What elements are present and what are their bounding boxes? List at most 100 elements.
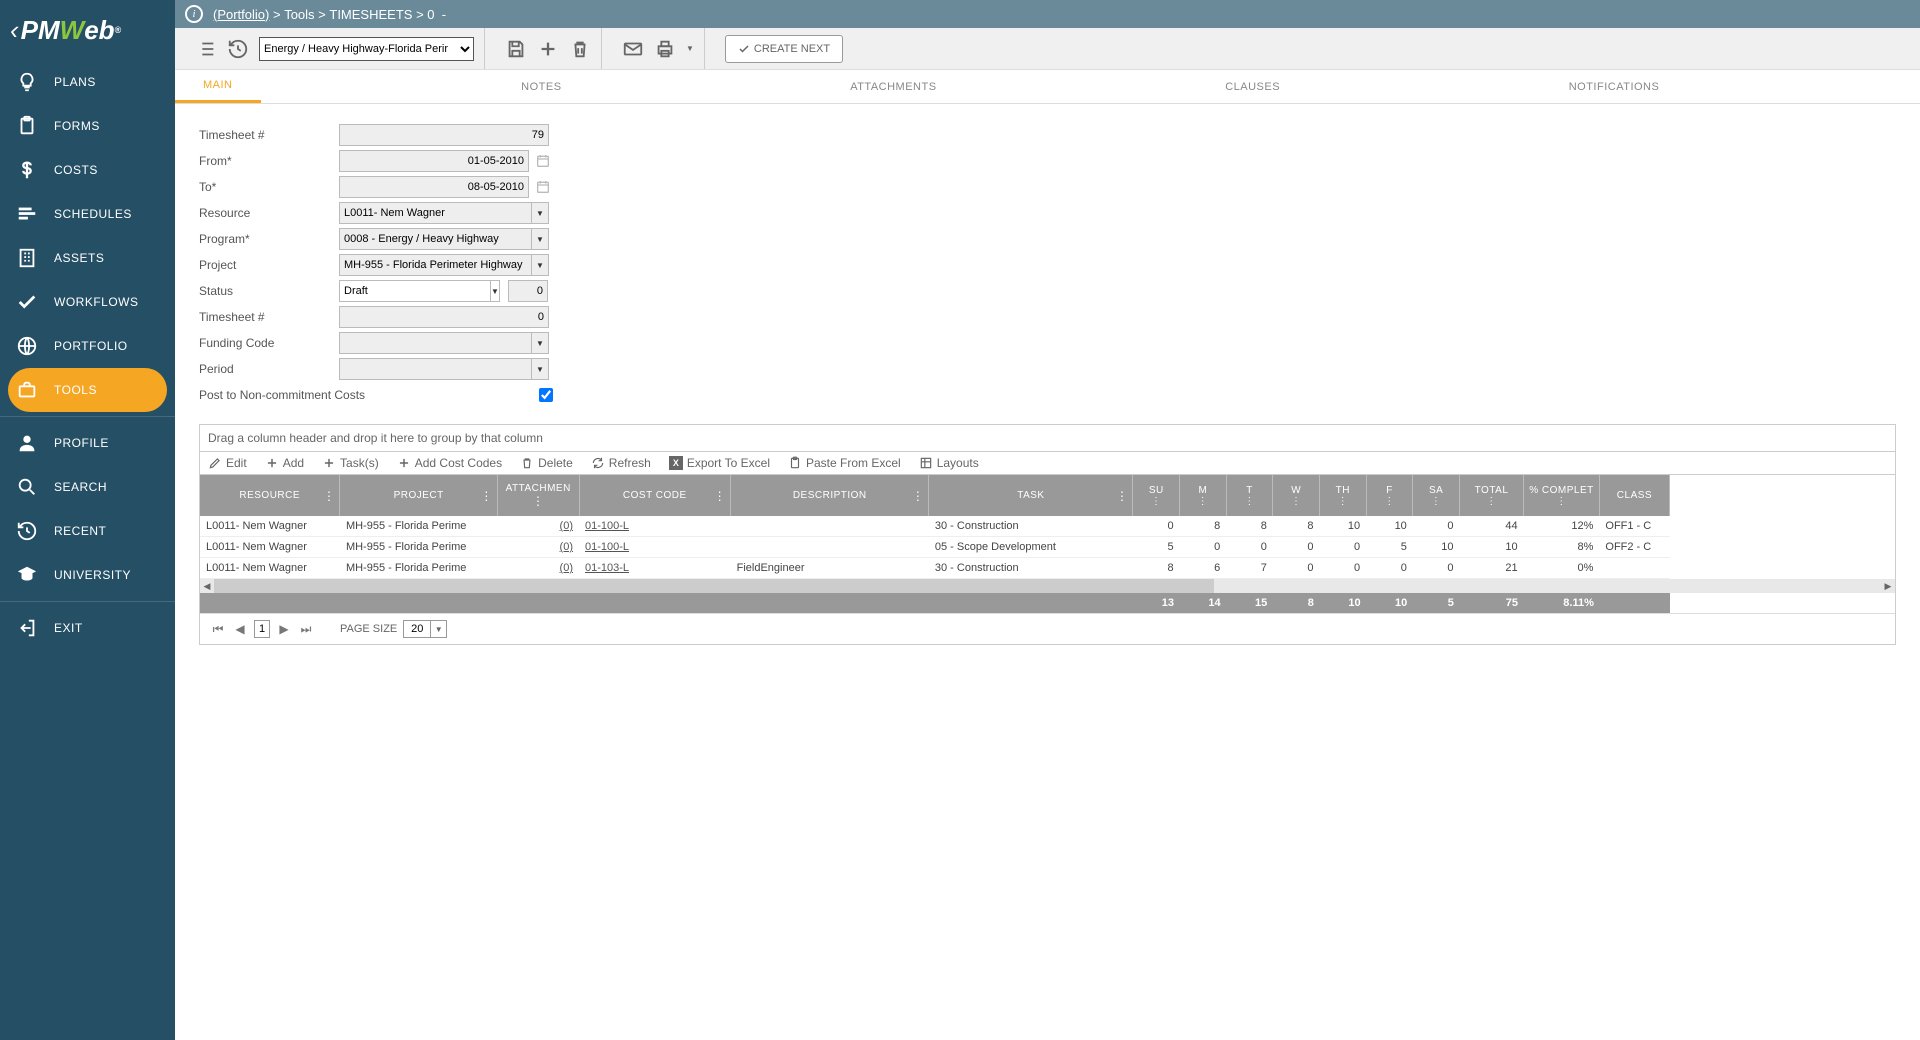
pager-next-button[interactable]: ▶ [276, 621, 292, 637]
column-menu-icon[interactable]: ⋮ [323, 489, 336, 503]
project-selector[interactable]: Energy / Heavy Highway-Florida Perir [259, 37, 474, 61]
column-menu-icon[interactable]: ⋮ [1384, 496, 1395, 507]
col-resource[interactable]: RESOURCE⋮ [200, 475, 340, 516]
table-row[interactable]: L0011- Nem WagnerMH-955 - Florida Perime… [200, 516, 1670, 537]
col-task[interactable]: TASK⋮ [929, 475, 1133, 516]
print-icon[interactable] [654, 38, 676, 60]
tab-notes[interactable]: NOTES [493, 70, 589, 103]
project-dropdown[interactable]: ▼ [339, 254, 549, 276]
col-costcode[interactable]: COST CODE⋮ [579, 475, 731, 516]
from-field[interactable] [339, 150, 529, 172]
col-su[interactable]: SU⋮ [1133, 475, 1180, 516]
chevron-down-icon[interactable]: ▼ [531, 228, 549, 250]
grid-hscroll[interactable]: ◀ ▶ [200, 579, 1895, 593]
info-icon[interactable]: i [185, 5, 203, 23]
scroll-thumb[interactable] [214, 579, 1214, 593]
funding-dropdown[interactable]: ▼ [339, 332, 549, 354]
col-pct[interactable]: % COMPLET⋮ [1524, 475, 1600, 516]
tab-clauses[interactable]: CLAUSES [1197, 70, 1308, 103]
table-row[interactable]: L0011- Nem WagnerMH-955 - Florida Perime… [200, 558, 1670, 579]
column-menu-icon[interactable]: ⋮ [1556, 496, 1567, 507]
sidebar-item-workflows[interactable]: WORKFLOWS [0, 280, 175, 324]
cell-costcode[interactable]: 01-100-L [579, 516, 731, 537]
cell-attach[interactable]: (0) [497, 558, 579, 579]
col-class[interactable]: CLASS [1599, 475, 1669, 516]
post-checkbox[interactable] [539, 388, 553, 402]
column-menu-icon[interactable]: ⋮ [1116, 489, 1129, 503]
calendar-icon[interactable] [535, 153, 551, 169]
timesheet-num2-field[interactable] [339, 306, 549, 328]
list-icon[interactable] [195, 38, 217, 60]
resource-dropdown[interactable]: ▼ [339, 202, 549, 224]
sidebar-item-schedules[interactable]: SCHEDULES [0, 192, 175, 236]
sidebar-item-exit[interactable]: EXIT [0, 606, 175, 650]
grid-edit-button[interactable]: Edit [208, 456, 247, 470]
sidebar-item-university[interactable]: UNIVERSITY [0, 553, 175, 597]
column-menu-icon[interactable]: ⋮ [1431, 496, 1442, 507]
pager-last-button[interactable]: ⏭ [298, 621, 314, 637]
sidebar-item-tools[interactable]: TOOLS [8, 368, 167, 412]
pager-page-field[interactable] [254, 620, 270, 638]
grid-export-button[interactable]: XExport To Excel [669, 456, 770, 470]
col-sa[interactable]: SA⋮ [1413, 475, 1460, 516]
dropdown-arrow-icon[interactable]: ▼ [686, 44, 694, 53]
chevron-down-icon[interactable]: ▼ [531, 202, 549, 224]
col-m[interactable]: M⋮ [1180, 475, 1227, 516]
to-field[interactable] [339, 176, 529, 198]
grid-refresh-button[interactable]: Refresh [591, 456, 651, 470]
col-w[interactable]: W⋮ [1273, 475, 1320, 516]
tab-main[interactable]: MAIN [175, 70, 261, 103]
sidebar-item-profile[interactable]: PROFILE [0, 421, 175, 465]
col-total[interactable]: TOTAL⋮ [1459, 475, 1523, 516]
sidebar-item-portfolio[interactable]: PORTFOLIO [0, 324, 175, 368]
col-desc[interactable]: DESCRIPTION⋮ [731, 475, 929, 516]
chevron-down-icon[interactable]: ▼ [431, 620, 447, 638]
column-menu-icon[interactable]: ⋮ [714, 489, 727, 503]
column-menu-icon[interactable]: ⋮ [912, 489, 925, 503]
col-project[interactable]: PROJECT⋮ [340, 475, 497, 516]
col-f[interactable]: F⋮ [1366, 475, 1413, 516]
column-menu-icon[interactable]: ⋮ [1338, 496, 1349, 507]
grid-tasks-button[interactable]: Task(s) [322, 456, 379, 470]
column-menu-icon[interactable]: ⋮ [1151, 496, 1162, 507]
status-dropdown[interactable]: ▼ [339, 280, 494, 302]
sidebar-item-recent[interactable]: RECENT [0, 509, 175, 553]
tab-attachments[interactable]: ATTACHMENTS [822, 70, 964, 103]
cell-costcode[interactable]: 01-103-L [579, 558, 731, 579]
create-next-button[interactable]: CREATE NEXT [725, 35, 843, 63]
column-menu-icon[interactable]: ⋮ [480, 489, 493, 503]
add-icon[interactable] [537, 38, 559, 60]
col-t[interactable]: T⋮ [1226, 475, 1273, 516]
column-menu-icon[interactable]: ⋮ [1244, 496, 1255, 507]
cell-costcode[interactable]: 01-100-L [579, 537, 731, 558]
table-row[interactable]: L0011- Nem WagnerMH-955 - Florida Perime… [200, 537, 1670, 558]
grid-addcost-button[interactable]: Add Cost Codes [397, 456, 502, 470]
col-th[interactable]: TH⋮ [1320, 475, 1367, 516]
save-icon[interactable] [505, 38, 527, 60]
calendar-icon[interactable] [535, 179, 551, 195]
tab-notifications[interactable]: NOTIFICATIONS [1541, 70, 1688, 103]
breadcrumb-portfolio[interactable]: (Portfolio) [213, 7, 269, 22]
mail-icon[interactable] [622, 38, 644, 60]
sidebar-item-forms[interactable]: FORMS [0, 104, 175, 148]
grid-group-hint[interactable]: Drag a column header and drop it here to… [200, 425, 1895, 452]
grid-paste-button[interactable]: Paste From Excel [788, 456, 901, 470]
cell-attach[interactable]: (0) [497, 537, 579, 558]
chevron-down-icon[interactable]: ▼ [531, 332, 549, 354]
sidebar-item-assets[interactable]: ASSETS [0, 236, 175, 280]
history-icon[interactable] [227, 38, 249, 60]
program-dropdown[interactable]: ▼ [339, 228, 549, 250]
sidebar-item-plans[interactable]: PLANS [0, 60, 175, 104]
pager-prev-button[interactable]: ◀ [232, 621, 248, 637]
column-menu-icon[interactable]: ⋮ [532, 494, 545, 508]
delete-icon[interactable] [569, 38, 591, 60]
scroll-left-icon[interactable]: ◀ [200, 579, 214, 593]
scroll-right-icon[interactable]: ▶ [1881, 579, 1895, 593]
column-menu-icon[interactable]: ⋮ [1486, 496, 1497, 507]
grid-add-button[interactable]: Add [265, 456, 304, 470]
chevron-down-icon[interactable]: ▼ [531, 254, 549, 276]
cell-attach[interactable]: (0) [497, 516, 579, 537]
status-num-field[interactable] [508, 280, 548, 302]
timesheet-num-field[interactable] [339, 124, 549, 146]
chevron-down-icon[interactable]: ▼ [490, 280, 500, 302]
